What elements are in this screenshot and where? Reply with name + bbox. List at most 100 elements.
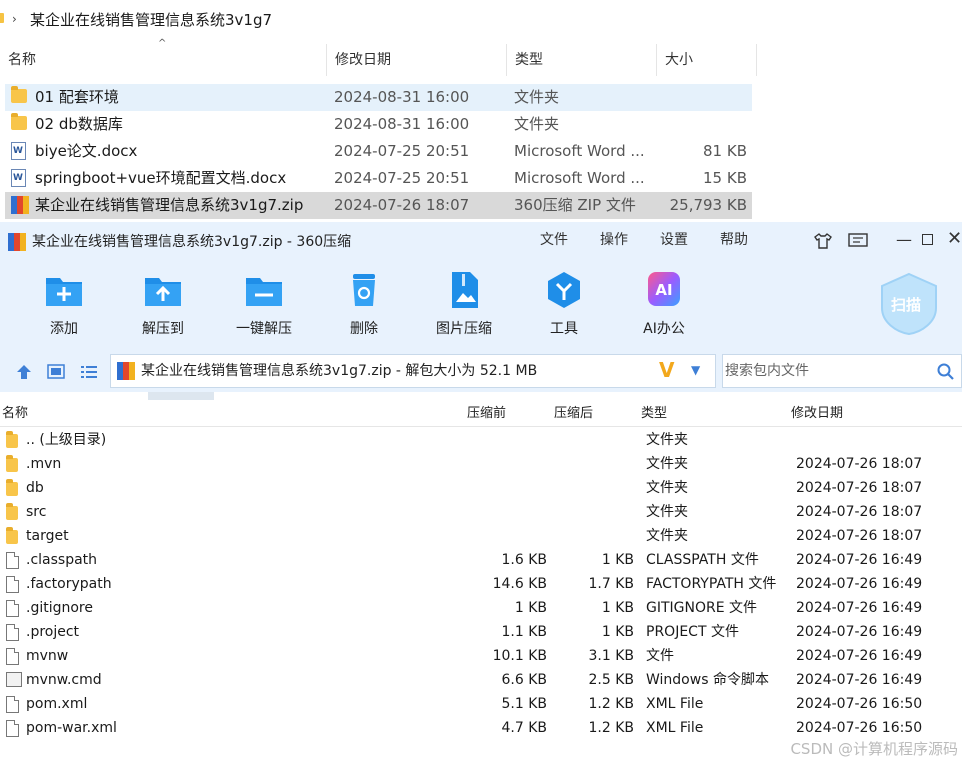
list-view-icon[interactable]: [80, 364, 98, 379]
dropdown-arrow-icon[interactable]: ▼: [691, 363, 700, 377]
thumbnail-view-icon[interactable]: [47, 364, 65, 379]
column-header-compressed[interactable]: 压缩后: [554, 402, 593, 426]
file-explorer: › 某企业在线销售管理信息系统3v1g7 ^ 名称 修改日期 类型 大小 01 …: [0, 0, 962, 222]
file-date: 2024-07-25 20:51: [334, 142, 470, 160]
file-name: .mvn: [26, 456, 62, 472]
horizontal-scrollbar[interactable]: [148, 392, 214, 400]
svg-text:AI: AI: [655, 281, 672, 299]
explorer-row[interactable]: 02 db数据库 2024-08-31 16:00 文件夹: [5, 111, 752, 138]
search-icon[interactable]: [937, 363, 955, 381]
file-size-compressed: 1 KB: [601, 600, 634, 616]
word-doc-icon: [11, 142, 26, 160]
file-size-compressed: 2.5 KB: [588, 672, 635, 688]
file-size-compressed: 1 KB: [601, 552, 634, 568]
scan-button[interactable]: 扫描: [878, 272, 940, 336]
file-type: PROJECT 文件: [646, 624, 739, 640]
file-date: 2024-07-25 20:51: [334, 169, 470, 187]
close-icon[interactable]: ✕: [947, 228, 962, 249]
file-name: 某企业在线销售管理信息系统3v1g7.zip: [35, 196, 304, 214]
delete-button[interactable]: 删除: [319, 262, 409, 352]
file-row[interactable]: .mvn 文件夹 2024-07-26 18:07: [0, 452, 962, 476]
file-modified: 2024-07-26 16:49: [796, 648, 923, 664]
chevron-right-icon: ›: [12, 12, 17, 26]
feedback-icon[interactable]: [848, 233, 868, 249]
file-type: FACTORYPATH 文件: [646, 576, 777, 592]
file-row[interactable]: .project 1.1 KB 1 KB PROJECT 文件 2024-07-26 1…: [0, 620, 962, 644]
ai-office-button[interactable]: AI AI办公: [619, 262, 709, 352]
file-size-compressed: 1.2 KB: [588, 696, 635, 712]
folder-icon: [11, 113, 27, 130]
delete-label: 删除: [350, 321, 378, 337]
column-header-size[interactable]: 大小: [657, 44, 757, 76]
file-row[interactable]: pom.xml 5.1 KB 1.2 KB XML File 2024-07-26 16…: [0, 692, 962, 716]
column-header-type[interactable]: 类型: [641, 402, 667, 426]
column-header-date[interactable]: 修改日期: [327, 44, 507, 76]
file-size-original: 1.1 KB: [501, 624, 548, 640]
file-row[interactable]: db 文件夹 2024-07-26 18:07: [0, 476, 962, 500]
extract-to-icon: [145, 278, 181, 306]
add-button[interactable]: 添加: [19, 262, 109, 352]
image-compress-label: 图片压缩: [436, 321, 492, 337]
file-type: 文件夹: [646, 504, 688, 520]
column-header-type[interactable]: 类型: [507, 44, 657, 76]
quick-extract-button[interactable]: 一键解压: [219, 262, 309, 352]
extract-to-button[interactable]: 解压到: [118, 262, 208, 352]
file-name: 01 配套环境: [35, 88, 119, 106]
file-row[interactable]: pom-war.xml 4.7 KB 1.2 KB XML File 2024-07-2…: [0, 716, 962, 740]
archive-path: 某企业在线销售管理信息系统3v1g7.zip - 解包大小为 52.1 MB: [141, 363, 538, 379]
file-row[interactable]: mvnw.cmd 6.6 KB 2.5 KB Windows 命令脚本 2024-07-…: [0, 668, 962, 692]
search-input[interactable]: 搜索包内文件: [725, 355, 809, 387]
image-compress-button[interactable]: 图片压缩: [419, 262, 509, 352]
file-row[interactable]: src 文件夹 2024-07-26 18:07: [0, 500, 962, 524]
file-row[interactable]: mvnw 10.1 KB 3.1 KB 文件 2024-07-26 16:49: [0, 644, 962, 668]
file-type: 文件夹: [646, 480, 688, 496]
maximize-icon[interactable]: [922, 234, 933, 245]
tools-button[interactable]: 工具: [519, 262, 609, 352]
file-size-compressed: 1.2 KB: [588, 720, 635, 736]
column-header-name[interactable]: 名称: [2, 402, 28, 426]
up-arrow-icon[interactable]: [16, 364, 32, 380]
menu-settings[interactable]: 设置: [660, 222, 688, 258]
file-type: XML File: [646, 720, 704, 736]
menu-operation[interactable]: 操作: [600, 222, 628, 258]
file-size-original: 1.6 KB: [501, 552, 548, 568]
file-name: .project: [26, 624, 80, 640]
folder-icon: [6, 503, 18, 520]
explorer-row[interactable]: springboot+vue环境配置文档.docx 2024-07-25 20:…: [5, 165, 752, 192]
vip-v-icon[interactable]: V: [659, 358, 674, 382]
title-bar[interactable]: 某企业在线销售管理信息系统3v1g7.zip - 360压缩 文件 操作 设置 …: [0, 222, 962, 262]
minimize-icon[interactable]: —: [896, 230, 912, 249]
archive-path-field[interactable]: 某企业在线销售管理信息系统3v1g7.zip - 解包大小为 52.1 MB V…: [110, 354, 716, 388]
scan-label: 扫描: [891, 296, 922, 314]
file-type: GITIGNORE 文件: [646, 600, 758, 616]
file-row[interactable]: .. (上级目录) 文件夹: [0, 428, 962, 452]
breadcrumb[interactable]: › 某企业在线销售管理信息系统3v1g7: [0, 0, 962, 38]
file-row[interactable]: target 文件夹 2024-07-26 18:07: [0, 524, 962, 548]
explorer-row[interactable]: 01 配套环境 2024-08-31 16:00 文件夹: [5, 84, 752, 111]
main-toolbar: 添加 解压到 一键解压 删除 图片压缩 工具 AI AI办公 扫描: [0, 262, 962, 354]
column-header-name[interactable]: 名称: [0, 44, 327, 76]
menu-file[interactable]: 文件: [540, 222, 568, 258]
file-row[interactable]: .gitignore 1 KB 1 KB GITIGNORE 文件 2024-07-26…: [0, 596, 962, 620]
file-row[interactable]: .classpath 1.6 KB 1 KB CLASSPATH 文件 2024-07-…: [0, 548, 962, 572]
explorer-column-headers: ^ 名称 修改日期 类型 大小: [0, 38, 760, 76]
explorer-row[interactable]: biye论文.docx 2024-07-25 20:51 Microsoft W…: [5, 138, 752, 165]
explorer-row-selected[interactable]: 某企业在线销售管理信息系统3v1g7.zip 2024-07-26 18:07 …: [5, 192, 752, 219]
column-header-modified[interactable]: 修改日期: [791, 402, 843, 426]
column-header-packed[interactable]: 压缩前: [467, 402, 506, 426]
search-box[interactable]: 搜索包内文件: [722, 354, 962, 388]
file-date: 2024-08-31 16:00: [334, 115, 470, 133]
file-icon: [6, 576, 19, 593]
file-type: 360压缩 ZIP 文件: [514, 196, 636, 214]
file-icon: [6, 720, 19, 737]
add-label: 添加: [50, 321, 78, 337]
recycle-bin-icon: [353, 274, 375, 306]
file-name: target: [26, 528, 69, 544]
watermark: CSDN @计算机程序源码: [790, 740, 958, 758]
file-row[interactable]: .factorypath 14.6 KB 1.7 KB FACTORYPATH 文件 2…: [0, 572, 962, 596]
file-name: 02 db数据库: [35, 115, 123, 133]
tshirt-skin-icon[interactable]: [813, 232, 833, 250]
file-size-compressed: 3.1 KB: [588, 648, 635, 664]
quick-extract-icon: [246, 278, 282, 306]
menu-help[interactable]: 帮助: [720, 222, 748, 258]
